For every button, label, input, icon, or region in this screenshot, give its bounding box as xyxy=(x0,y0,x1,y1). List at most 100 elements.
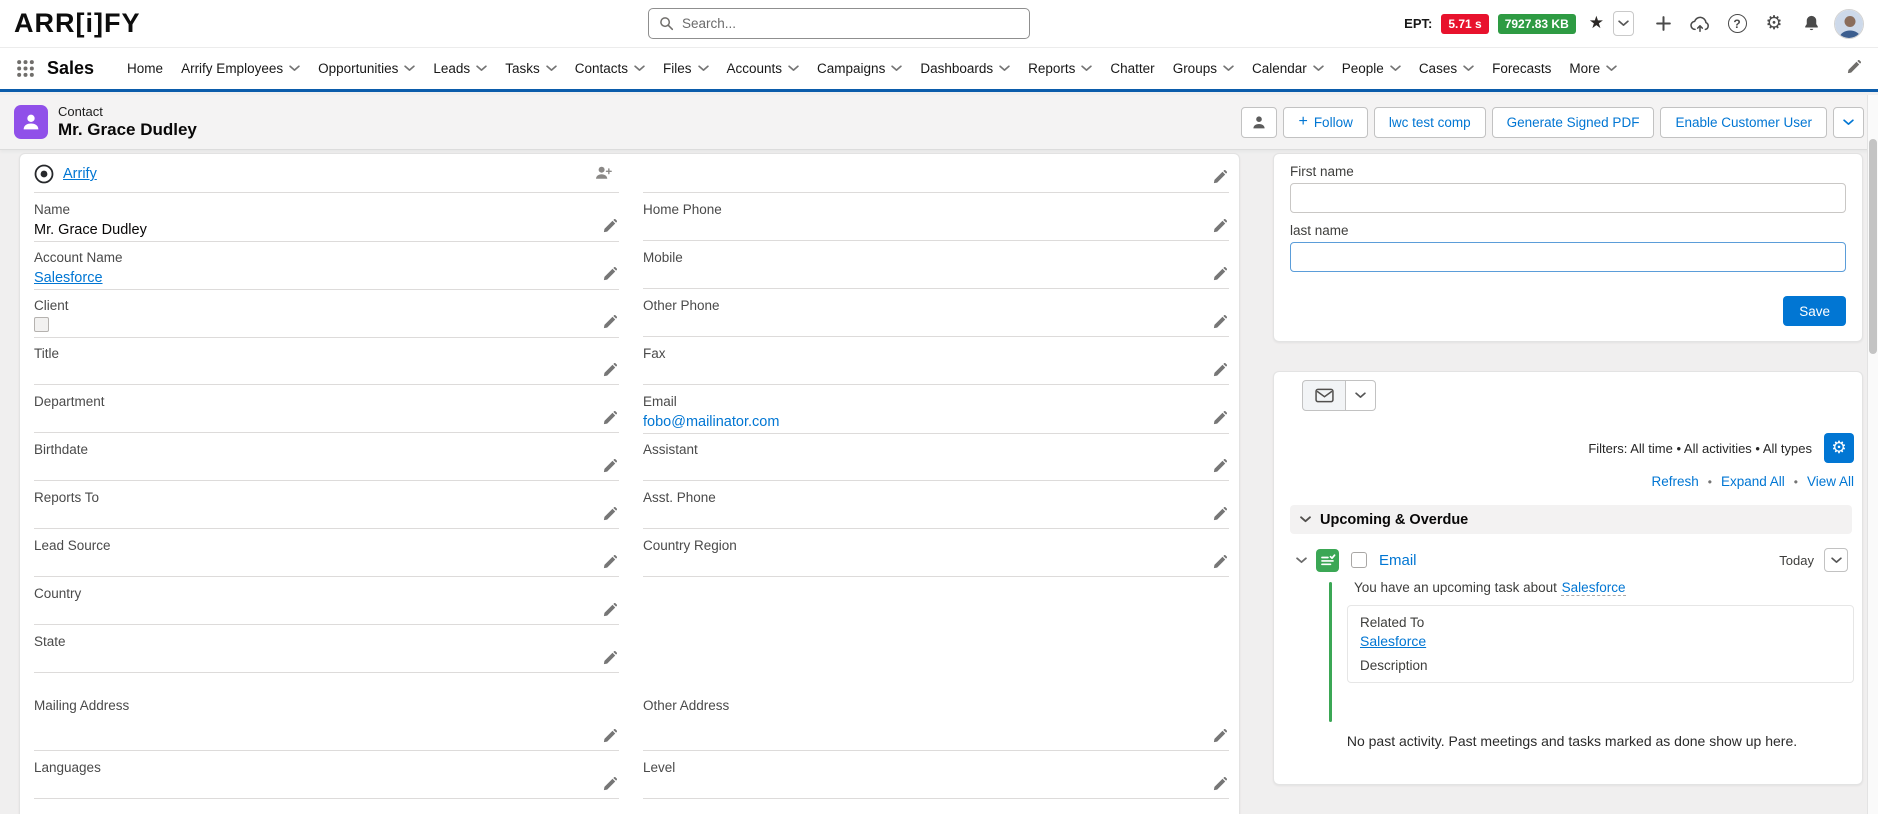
tab-groups[interactable]: Groups xyxy=(1164,48,1243,89)
edit-mailing-address-button[interactable] xyxy=(601,728,617,744)
tab-forecasts[interactable]: Forecasts xyxy=(1483,48,1560,89)
edit-fax-button[interactable] xyxy=(1211,362,1227,378)
edit-client-button[interactable] xyxy=(601,314,617,330)
activity-filters-text: Filters: All time • All activities • All… xyxy=(1588,440,1812,456)
search-input[interactable] xyxy=(682,16,1019,31)
chevron-down-icon xyxy=(404,65,416,71)
chevron-down-icon xyxy=(1606,65,1617,71)
field-label: Fax xyxy=(643,346,666,361)
window-scrollbar[interactable] xyxy=(1867,95,1878,814)
expand-all-link[interactable]: Expand All xyxy=(1721,474,1785,489)
field-label: Reports To xyxy=(34,490,100,505)
edit-reports-to-button[interactable] xyxy=(601,506,617,522)
tab-label: Groups xyxy=(1172,61,1217,76)
edit-department-button[interactable] xyxy=(601,410,617,426)
edit-birthdate-button[interactable] xyxy=(601,458,617,474)
tab-people[interactable]: People xyxy=(1333,48,1410,89)
tab-dashboards[interactable]: Dashboards xyxy=(911,48,1019,89)
edit-mobile-button[interactable] xyxy=(1211,266,1227,282)
edit-email-button[interactable] xyxy=(1211,410,1227,426)
app-launcher-icon[interactable] xyxy=(14,58,36,80)
tab-label: Arrify Employees xyxy=(181,61,284,76)
tab-more[interactable]: More xyxy=(1560,48,1626,89)
edit-country-region-button[interactable] xyxy=(1211,554,1227,570)
edit-pencil-icon xyxy=(1213,169,1227,183)
notifications-bell-icon[interactable] xyxy=(1797,10,1825,38)
follow-person-icon[interactable] xyxy=(593,165,613,183)
task-complete-checkbox[interactable] xyxy=(1351,552,1367,568)
tab-accounts[interactable]: Accounts xyxy=(718,48,809,89)
first-name-input[interactable] xyxy=(1290,183,1846,213)
edit-languages-button[interactable] xyxy=(601,776,617,792)
edit-other-address-button[interactable] xyxy=(1211,728,1227,744)
lwc-test-comp-button[interactable]: lwc test comp xyxy=(1373,106,1486,138)
edit-top-field-button[interactable] xyxy=(1211,169,1227,185)
arrify-record-link[interactable]: Arrify xyxy=(63,166,97,182)
follow-button[interactable]: + Follow xyxy=(1283,106,1368,138)
tab-campaigns[interactable]: Campaigns xyxy=(808,48,911,89)
field-value-link[interactable]: fobo@mailinator.com xyxy=(643,414,779,430)
tab-chatter[interactable]: Chatter xyxy=(1101,48,1163,89)
save-button[interactable]: Save xyxy=(1783,296,1846,326)
upcoming-overdue-section-header[interactable]: Upcoming & Overdue xyxy=(1290,505,1852,534)
field-other-address: Other Address xyxy=(643,689,1229,751)
quick-add-icon[interactable] xyxy=(1649,10,1677,38)
tab-files[interactable]: Files xyxy=(654,48,718,89)
task-expand-chevron-icon[interactable] xyxy=(1296,556,1307,564)
favorites-dropdown-button[interactable] xyxy=(1613,11,1634,36)
refresh-link[interactable]: Refresh xyxy=(1651,474,1698,489)
email-action-button[interactable] xyxy=(1302,380,1346,411)
tab-label: Forecasts xyxy=(1492,61,1552,76)
edit-other-phone-button[interactable] xyxy=(1211,314,1227,330)
favorite-star-icon[interactable]: ★ xyxy=(1589,15,1604,32)
nav-edit-pencil-icon[interactable] xyxy=(1842,58,1864,80)
field-country-region: Country Region xyxy=(643,529,1229,577)
edit-level-button[interactable] xyxy=(1211,776,1227,792)
field-value-link[interactable]: Salesforce xyxy=(34,270,103,286)
section-chevron-down-icon xyxy=(1300,516,1311,523)
tab-reports[interactable]: Reports xyxy=(1019,48,1101,89)
tab-arrify-employees[interactable]: Arrify Employees xyxy=(172,48,309,89)
tab-opportunities[interactable]: Opportunities xyxy=(309,48,424,89)
scrollbar-thumb[interactable] xyxy=(1869,139,1877,354)
user-access-button[interactable] xyxy=(1241,106,1278,138)
related-to-link[interactable]: Salesforce xyxy=(1360,633,1426,649)
edit-name-button[interactable] xyxy=(601,218,617,234)
record-actions: + Follow lwc test comp Generate Signed P… xyxy=(1241,106,1864,138)
task-summary-account-link[interactable]: Salesforce xyxy=(1560,580,1627,596)
generate-signed-pdf-button[interactable]: Generate Signed PDF xyxy=(1491,106,1655,138)
task-actions-dropdown-button[interactable] xyxy=(1824,548,1848,572)
activity-settings-gear-icon[interactable]: ⚙ xyxy=(1824,433,1854,463)
more-actions-dropdown-button[interactable] xyxy=(1833,106,1864,138)
edit-assistant-button[interactable] xyxy=(1211,458,1227,474)
tab-home[interactable]: Home xyxy=(118,48,172,89)
tab-calendar[interactable]: Calendar xyxy=(1243,48,1333,89)
edit-account-name-button[interactable] xyxy=(601,266,617,282)
composer-dropdown-button[interactable] xyxy=(1346,380,1376,411)
client-checkbox[interactable] xyxy=(34,317,49,332)
field-lead-source: Lead Source xyxy=(34,529,619,577)
edit-home-phone-button[interactable] xyxy=(1211,218,1227,234)
global-search[interactable] xyxy=(648,8,1030,39)
user-avatar[interactable] xyxy=(1834,8,1864,39)
task-type-icon xyxy=(1316,548,1339,572)
edit-asst-phone-button[interactable] xyxy=(1211,506,1227,522)
task-subject-link[interactable]: Email xyxy=(1379,552,1417,569)
tab-cases[interactable]: Cases xyxy=(1410,48,1483,89)
entity-label: Contact xyxy=(58,104,103,120)
edit-lead-source-button[interactable] xyxy=(601,554,617,570)
help-icon[interactable]: ? xyxy=(1723,10,1751,38)
edit-title-button[interactable] xyxy=(601,362,617,378)
tab-leads[interactable]: Leads xyxy=(424,48,496,89)
tab-contacts[interactable]: Contacts xyxy=(566,48,654,89)
plus-icon xyxy=(1655,16,1671,31)
view-all-link[interactable]: View All xyxy=(1807,474,1854,489)
setup-gear-icon[interactable]: ⚙ xyxy=(1760,10,1788,38)
edit-country-button[interactable] xyxy=(601,602,617,618)
enable-customer-user-button[interactable]: Enable Customer User xyxy=(1660,106,1827,138)
last-name-input[interactable] xyxy=(1290,242,1846,272)
user-icon xyxy=(1253,116,1266,129)
tab-tasks[interactable]: Tasks xyxy=(496,48,566,89)
cloud-upload-icon[interactable] xyxy=(1686,10,1714,38)
edit-state-button[interactable] xyxy=(601,650,617,666)
